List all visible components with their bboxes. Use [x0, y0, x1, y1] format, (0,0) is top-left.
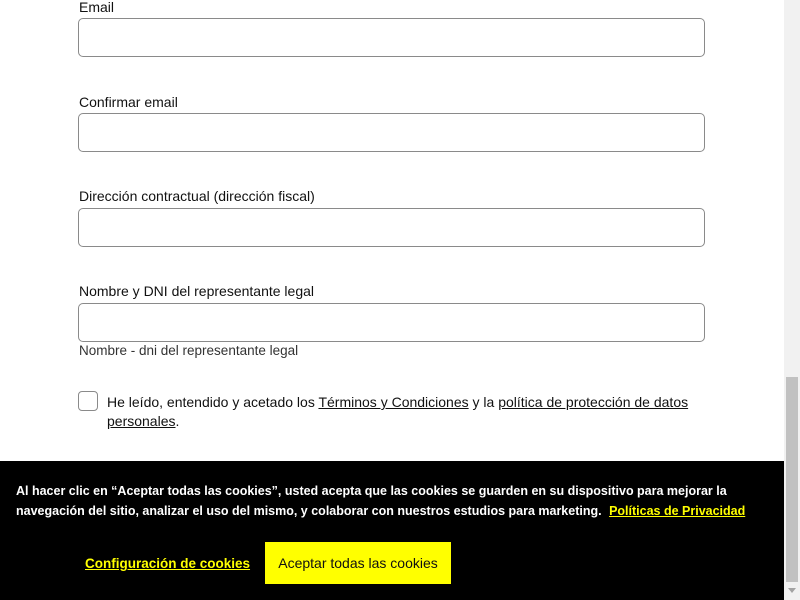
representative-label: Nombre y DNI del representante legal	[79, 283, 315, 299]
confirm-email-label: Confirmar email	[79, 94, 178, 110]
cookie-settings-link[interactable]: Configuración de cookies	[85, 556, 250, 571]
terms-conditions-link[interactable]: Términos y Condiciones	[318, 394, 468, 410]
email-field[interactable]	[78, 18, 705, 57]
terms-prefix: He leído, entendido y acetado los	[107, 394, 319, 410]
terms-text: He leído, entendido y acetado los Términ…	[107, 393, 707, 431]
email-label: Email	[79, 0, 115, 15]
terms-middle: y la	[468, 394, 499, 410]
confirm-email-field[interactable]	[78, 113, 705, 152]
representative-helper-text: Nombre - dni del representante legal	[79, 343, 299, 358]
privacy-policy-link[interactable]: Políticas de Privacidad	[609, 504, 745, 518]
cookie-banner: Al hacer clic en “Aceptar todas las cook…	[0, 461, 784, 600]
scroll-thumb[interactable]	[786, 377, 798, 582]
terms-checkbox[interactable]	[78, 391, 98, 411]
cookie-message: Al hacer clic en “Aceptar todas las cook…	[16, 481, 766, 521]
address-label: Dirección contractual (dirección fiscal)	[79, 188, 315, 204]
accept-all-cookies-button[interactable]: Aceptar todas las cookies	[265, 542, 451, 584]
address-field[interactable]	[78, 208, 705, 247]
scroll-down-arrow-icon[interactable]	[788, 588, 796, 593]
representative-field[interactable]	[78, 303, 705, 342]
page-scrollbar[interactable]	[784, 0, 800, 600]
terms-suffix: .	[175, 413, 180, 429]
